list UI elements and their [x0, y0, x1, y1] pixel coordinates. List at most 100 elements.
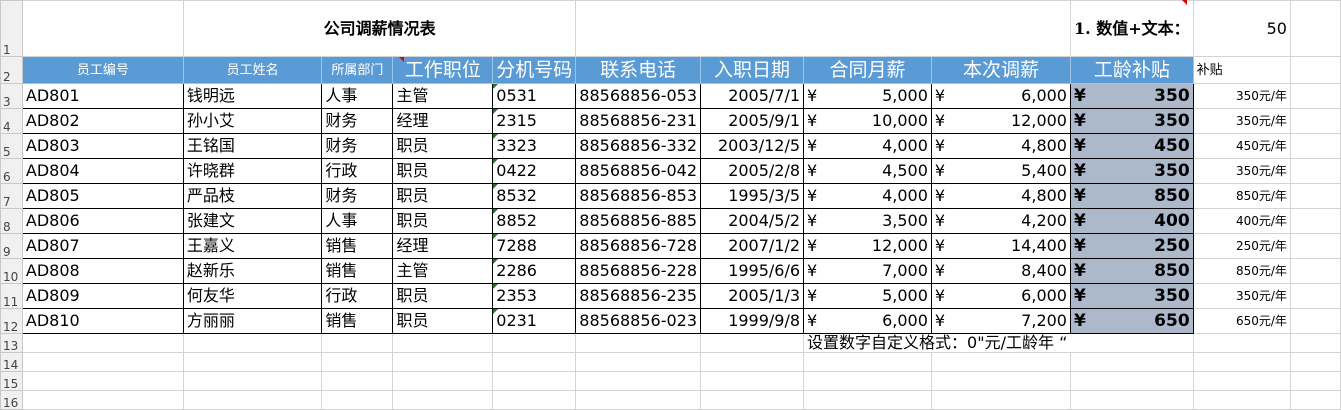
extension-cell[interactable]: 2315 [492, 108, 577, 134]
phone-cell[interactable]: 88568856-042 [575, 158, 702, 184]
column-header[interactable]: 入职日期 [700, 56, 805, 84]
position-cell[interactable]: 职员 [392, 308, 494, 334]
cell-blank[interactable] [21, 0, 184, 57]
employee-name-cell[interactable]: 方丽丽 [182, 308, 323, 334]
cell-blank[interactable] [1289, 108, 1341, 134]
allowance-text-cell[interactable]: 350元/年 [1192, 283, 1291, 309]
cell-blank[interactable] [1289, 352, 1341, 372]
department-cell[interactable]: 行政 [321, 158, 394, 184]
cell-blank[interactable] [21, 352, 184, 372]
footnote-cell[interactable]: 设置数字自定义格式：0"元/工龄年 “ [803, 333, 1194, 353]
hire-date-cell[interactable]: 1995/6/6 [700, 258, 805, 284]
allowance-text-cell[interactable]: 400元/年 [1192, 208, 1291, 234]
cell-blank[interactable] [1289, 0, 1341, 57]
contract-salary-cell[interactable]: ¥10,000 [803, 108, 932, 134]
allowance-text-cell[interactable]: 850元/年 [1192, 183, 1291, 209]
cell-blank[interactable] [182, 371, 323, 391]
cell-blank[interactable] [575, 390, 702, 410]
department-cell[interactable]: 财务 [321, 133, 394, 159]
employee-name-cell[interactable]: 钱明远 [182, 83, 323, 109]
value-cell[interactable]: 50 [1192, 0, 1291, 57]
row-header[interactable]: 11 [0, 283, 23, 309]
phone-cell[interactable]: 88568856-235 [575, 283, 702, 309]
row-header[interactable]: 3 [0, 83, 23, 109]
employee-id-cell[interactable]: AD805 [21, 183, 184, 209]
hire-date-cell[interactable]: 2005/7/1 [700, 83, 805, 109]
hire-date-cell[interactable]: 1995/3/5 [700, 183, 805, 209]
raise-cell[interactable]: ¥5,400 [930, 158, 1071, 184]
cell-blank[interactable] [392, 371, 494, 391]
seniority-allowance-cell[interactable]: ¥350 [1069, 283, 1194, 309]
row-header[interactable]: 5 [0, 133, 23, 159]
raise-cell[interactable]: ¥14,400 [930, 233, 1071, 259]
extension-cell[interactable]: 7288 [492, 233, 577, 259]
cell-blank[interactable] [321, 333, 394, 353]
cell-blank[interactable] [21, 390, 184, 410]
cell-blank[interactable] [1192, 371, 1291, 391]
extension-cell[interactable]: 3323 [492, 133, 577, 159]
cell-blank[interactable] [1289, 233, 1341, 259]
raise-cell[interactable]: ¥4,800 [930, 133, 1071, 159]
cell-blank[interactable] [1289, 258, 1341, 284]
contract-salary-cell[interactable]: ¥5,000 [803, 83, 932, 109]
employee-name-cell[interactable]: 赵新乐 [182, 258, 323, 284]
allowance-text-cell[interactable]: 350元/年 [1192, 158, 1291, 184]
cell-blank[interactable] [803, 352, 932, 372]
employee-name-cell[interactable]: 孙小艾 [182, 108, 323, 134]
raise-cell[interactable]: ¥6,000 [930, 83, 1071, 109]
row-header[interactable]: 1 [0, 0, 23, 57]
cell-blank[interactable] [321, 390, 394, 410]
allowance-text-cell[interactable]: 450元/年 [1192, 133, 1291, 159]
raise-cell[interactable]: ¥6,000 [930, 283, 1071, 309]
department-cell[interactable]: 销售 [321, 308, 394, 334]
employee-id-cell[interactable]: AD810 [21, 308, 184, 334]
employee-id-cell[interactable]: AD809 [21, 283, 184, 309]
cell-blank[interactable] [1192, 390, 1291, 410]
cell-blank[interactable] [182, 390, 323, 410]
cell-blank[interactable] [492, 390, 577, 410]
cell-blank[interactable] [21, 333, 184, 353]
cell-blank[interactable] [1192, 352, 1291, 372]
column-header[interactable]: 合同月薪 [803, 56, 932, 84]
hire-date-cell[interactable]: 2005/9/1 [700, 108, 805, 134]
column-header[interactable]: 员工姓名 [182, 56, 323, 84]
cell-blank[interactable] [392, 352, 494, 372]
allowance-text-cell[interactable]: 350元/年 [1192, 108, 1291, 134]
red-note-cell[interactable]: 1. 数值+文本： [1069, 0, 1194, 57]
phone-cell[interactable]: 88568856-728 [575, 233, 702, 259]
cell-blank[interactable] [700, 390, 805, 410]
phone-cell[interactable]: 88568856-332 [575, 133, 702, 159]
employee-name-cell[interactable]: 许晓群 [182, 158, 323, 184]
seniority-allowance-cell[interactable]: ¥850 [1069, 258, 1194, 284]
phone-cell[interactable]: 88568856-885 [575, 208, 702, 234]
cell-blank[interactable] [1289, 371, 1341, 391]
phone-cell[interactable]: 88568856-231 [575, 108, 702, 134]
raise-cell[interactable]: ¥12,000 [930, 108, 1071, 134]
department-cell[interactable]: 人事 [321, 208, 394, 234]
cell-blank[interactable] [575, 352, 702, 372]
cell-blank[interactable] [930, 390, 1071, 410]
position-cell[interactable]: 职员 [392, 158, 494, 184]
column-header[interactable]: 补贴 [1192, 56, 1291, 84]
cell-blank[interactable] [1289, 390, 1341, 410]
employee-id-cell[interactable]: AD802 [21, 108, 184, 134]
hire-date-cell[interactable]: 1999/9/8 [700, 308, 805, 334]
cell-blank[interactable] [1289, 133, 1341, 159]
extension-cell[interactable]: 2353 [492, 283, 577, 309]
column-header[interactable]: 分机号码 [492, 56, 577, 84]
column-header[interactable]: 员工编号 [21, 56, 184, 84]
extension-cell[interactable]: 0231 [492, 308, 577, 334]
cell-blank[interactable] [182, 352, 323, 372]
employee-name-cell[interactable]: 张建文 [182, 208, 323, 234]
hire-date-cell[interactable]: 2005/2/8 [700, 158, 805, 184]
cell-blank[interactable] [1289, 56, 1341, 84]
cell-blank[interactable] [1289, 333, 1341, 353]
employee-id-cell[interactable]: AD804 [21, 158, 184, 184]
contract-salary-cell[interactable]: ¥12,000 [803, 233, 932, 259]
seniority-allowance-cell[interactable]: ¥450 [1069, 133, 1194, 159]
row-header[interactable]: 15 [0, 371, 23, 391]
cell-blank[interactable] [182, 333, 323, 353]
employee-id-cell[interactable]: AD801 [21, 83, 184, 109]
allowance-text-cell[interactable]: 350元/年 [1192, 83, 1291, 109]
position-cell[interactable]: 经理 [392, 108, 494, 134]
